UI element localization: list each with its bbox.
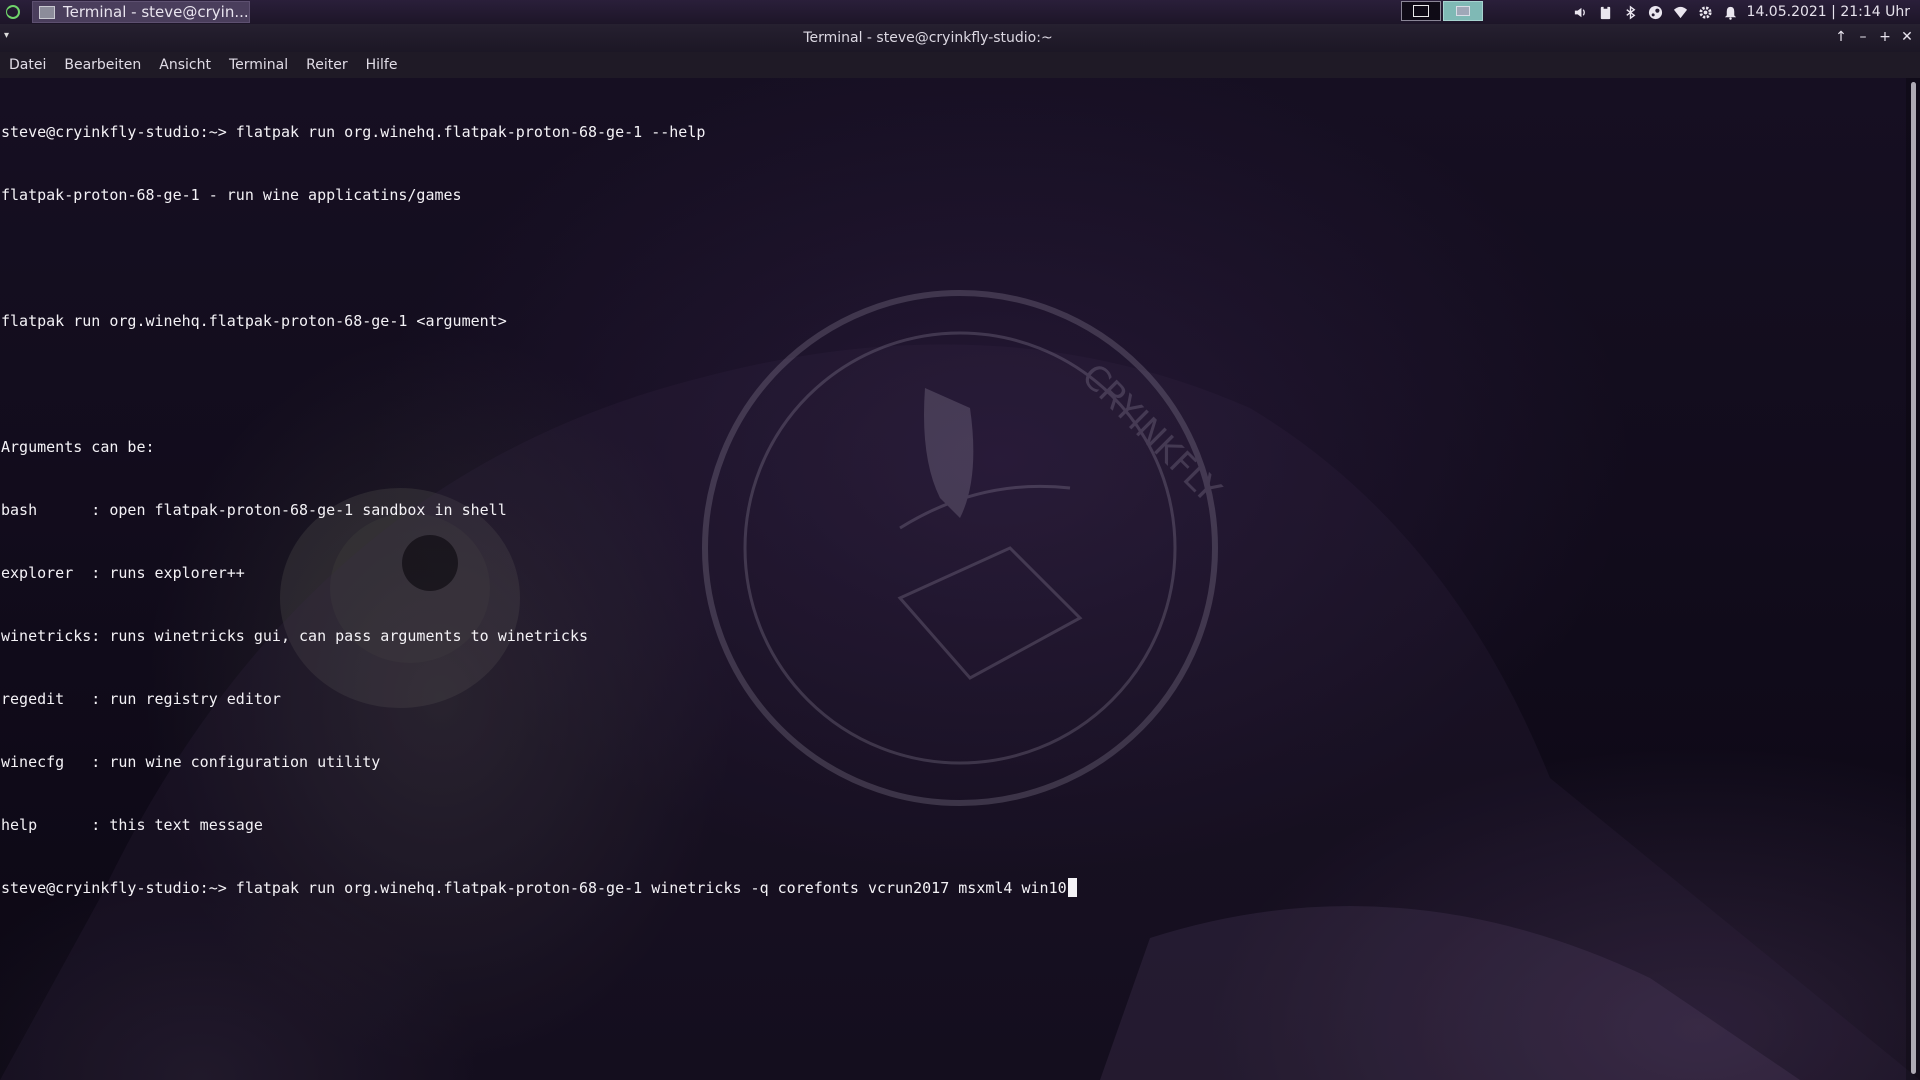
steam-icon[interactable]	[1647, 4, 1664, 21]
close-button[interactable]: ✕	[1898, 28, 1916, 46]
kde-launcher-icon	[6, 5, 20, 19]
menu-reiter[interactable]: Reiter	[297, 52, 356, 78]
pager-desktop-2[interactable]	[1443, 1, 1483, 21]
panel-clock[interactable]: 14.05.2021 | 21:14 Uhr	[1747, 0, 1910, 24]
desktop-screen: Terminal - steve@cryin... 14.05.2021 | 2…	[0, 0, 1920, 1080]
terminal-line: Arguments can be:	[1, 438, 155, 456]
pager-desktop-1[interactable]	[1401, 1, 1441, 21]
clipboard-icon[interactable]	[1597, 4, 1614, 21]
window-title: Terminal - steve@cryinkfly-studio:~	[803, 30, 1053, 46]
window-thumbnail-icon	[1413, 5, 1429, 17]
menu-hilfe[interactable]: Hilfe	[357, 52, 407, 78]
desktop-pager	[1401, 1, 1483, 21]
keep-above-button[interactable]: ↑	[1832, 28, 1850, 46]
minimize-button[interactable]: –	[1854, 28, 1872, 46]
terminal-cursor	[1067, 878, 1077, 897]
terminal-line: help : this text message	[1, 816, 263, 834]
notifications-icon[interactable]	[1722, 4, 1739, 21]
terminal-line: winecfg : run wine configuration utility	[1, 753, 381, 771]
menu-datei[interactable]: Datei	[0, 52, 55, 78]
taskbar-entry-terminal[interactable]: Terminal - steve@cryin...	[32, 1, 250, 23]
wifi-icon[interactable]	[1672, 4, 1689, 21]
terminal-line: winetricks: runs winetricks gui, can pas…	[1, 627, 588, 645]
terminal-view[interactable]: CRYINKFLY steve@cryinkfly-studio:~> flat…	[0, 78, 1920, 1080]
terminal-line: bash : open flatpak-proton-68-ge-1 sandb…	[1, 501, 507, 519]
window-titlebar[interactable]: ▾ Terminal - steve@cryinkfly-studio:~ ↑ …	[0, 24, 1920, 52]
terminal-line: flatpak run org.winehq.flatpak-proton-68…	[1, 312, 507, 330]
terminal-current-command[interactable]: steve@cryinkfly-studio:~> flatpak run or…	[1, 879, 1067, 897]
terminal-prompt-line[interactable]: steve@cryinkfly-studio:~> flatpak run or…	[1, 878, 1077, 899]
maximize-button[interactable]: +	[1876, 28, 1894, 46]
volume-icon[interactable]	[1572, 4, 1589, 21]
menu-ansicht[interactable]: Ansicht	[150, 52, 220, 78]
taskbar-entry-label: Terminal - steve@cryin...	[63, 3, 249, 21]
terminal-window-icon	[39, 5, 55, 19]
menu-bearbeiten[interactable]: Bearbeiten	[55, 52, 150, 78]
watermark-text: CRYINKFLY	[1074, 356, 1229, 511]
settings-icon[interactable]	[1697, 4, 1714, 21]
terminal-line: explorer : runs explorer++	[1, 564, 245, 582]
menubar: Datei Bearbeiten Ansicht Terminal Reiter…	[0, 52, 1920, 78]
app-launcher-button[interactable]	[0, 0, 26, 24]
terminal-line: regedit : run registry editor	[1, 690, 281, 708]
system-tray	[1572, 0, 1739, 24]
scrollbar-thumb[interactable]	[1911, 82, 1916, 1074]
window-controls: ↑ – + ✕	[1832, 28, 1916, 46]
terminal-line: flatpak-proton-68-ge-1 - run wine applic…	[1, 186, 462, 204]
bluetooth-icon[interactable]	[1622, 4, 1639, 21]
window-thumbnail-icon	[1456, 6, 1470, 16]
top-panel: Terminal - steve@cryin... 14.05.2021 | 2…	[0, 0, 1920, 24]
terminal-line: steve@cryinkfly-studio:~> flatpak run or…	[1, 123, 706, 141]
menu-terminal[interactable]: Terminal	[220, 52, 297, 78]
terminal-output: steve@cryinkfly-studio:~> flatpak run or…	[1, 80, 1077, 941]
terminal-scrollbar[interactable]	[1906, 78, 1920, 1080]
